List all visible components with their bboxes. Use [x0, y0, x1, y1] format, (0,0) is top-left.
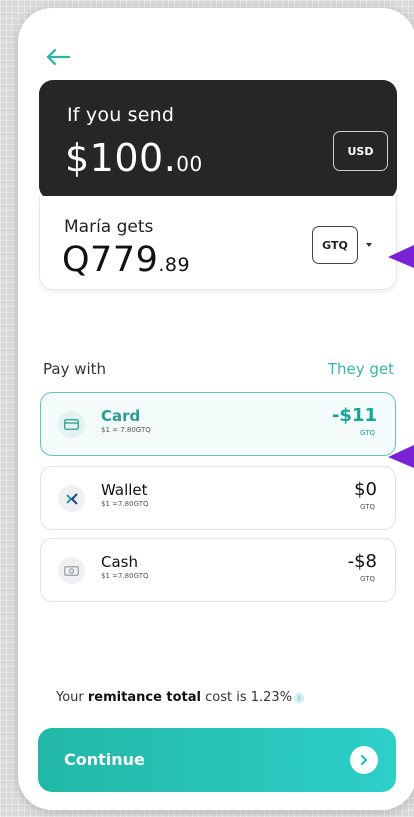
phone-screen: If you send $100.00 USD María gets Q779.… [18, 8, 414, 810]
total-prefix: Your [56, 690, 88, 705]
payment-method-card[interactable]: Card $1 = 7.80GTQ -$11 GTQ [40, 392, 396, 456]
back-button[interactable] [40, 42, 76, 72]
pay-with-label: Pay with [43, 360, 107, 378]
they-get-label: They get [327, 360, 394, 378]
send-amount-main: $100. [65, 136, 177, 180]
receive-label: María gets [64, 217, 154, 237]
send-currency-button[interactable]: USD [333, 131, 388, 171]
send-amount-card[interactable]: If you send $100.00 USD [39, 80, 397, 200]
cash-icon [58, 557, 85, 584]
continue-label: Continue [64, 750, 145, 769]
caret-down-icon[interactable] [364, 240, 374, 250]
annotation-arrow-icon [388, 245, 414, 268]
method-rate: $1 =7.80GTQ [101, 500, 149, 508]
payment-method-cash[interactable]: Cash $1 =7.80GTQ -$8 GTQ [40, 538, 396, 602]
continue-button[interactable]: Continue [38, 728, 396, 792]
receive-currency-button[interactable]: GTQ [312, 226, 358, 264]
wallet-icon [58, 485, 85, 512]
receive-amount[interactable]: Q779.89 [62, 240, 190, 280]
method-rate: $1 =7.80GTQ [101, 572, 149, 580]
payment-method-wallet[interactable]: Wallet $1 =7.80GTQ $0 GTQ [40, 466, 396, 530]
receive-amount-card[interactable]: María gets Q779.89 GTQ [39, 196, 397, 290]
send-label: If you send [67, 104, 175, 126]
method-rate: $1 = 7.80GTQ [101, 426, 151, 434]
method-name: Cash [101, 553, 138, 571]
send-amount[interactable]: $100.00 [65, 136, 203, 180]
method-fee: -$8 [347, 551, 377, 572]
chevron-right-icon [350, 746, 378, 774]
receive-amount-cents: .89 [158, 254, 191, 276]
method-fee-currency: GTQ [360, 503, 375, 511]
info-icon[interactable]: i [294, 693, 305, 703]
method-name: Wallet [101, 481, 148, 499]
annotation-arrow-icon [388, 445, 414, 468]
receive-amount-main: Q779 [62, 240, 159, 280]
method-fee-currency: GTQ [360, 575, 375, 583]
method-fee-currency: GTQ [360, 429, 375, 437]
remittance-total-note: Your remitance total cost is 1.23% i [56, 690, 305, 705]
send-amount-cents: 00 [176, 152, 203, 176]
method-fee: $0 [354, 479, 377, 500]
total-suffix: cost is 1.23% [201, 690, 293, 705]
back-arrow-icon [46, 48, 71, 66]
total-bold: remitance total [87, 690, 201, 705]
method-name: Card [101, 407, 141, 425]
card-icon [58, 411, 85, 438]
method-fee: -$11 [331, 405, 377, 426]
